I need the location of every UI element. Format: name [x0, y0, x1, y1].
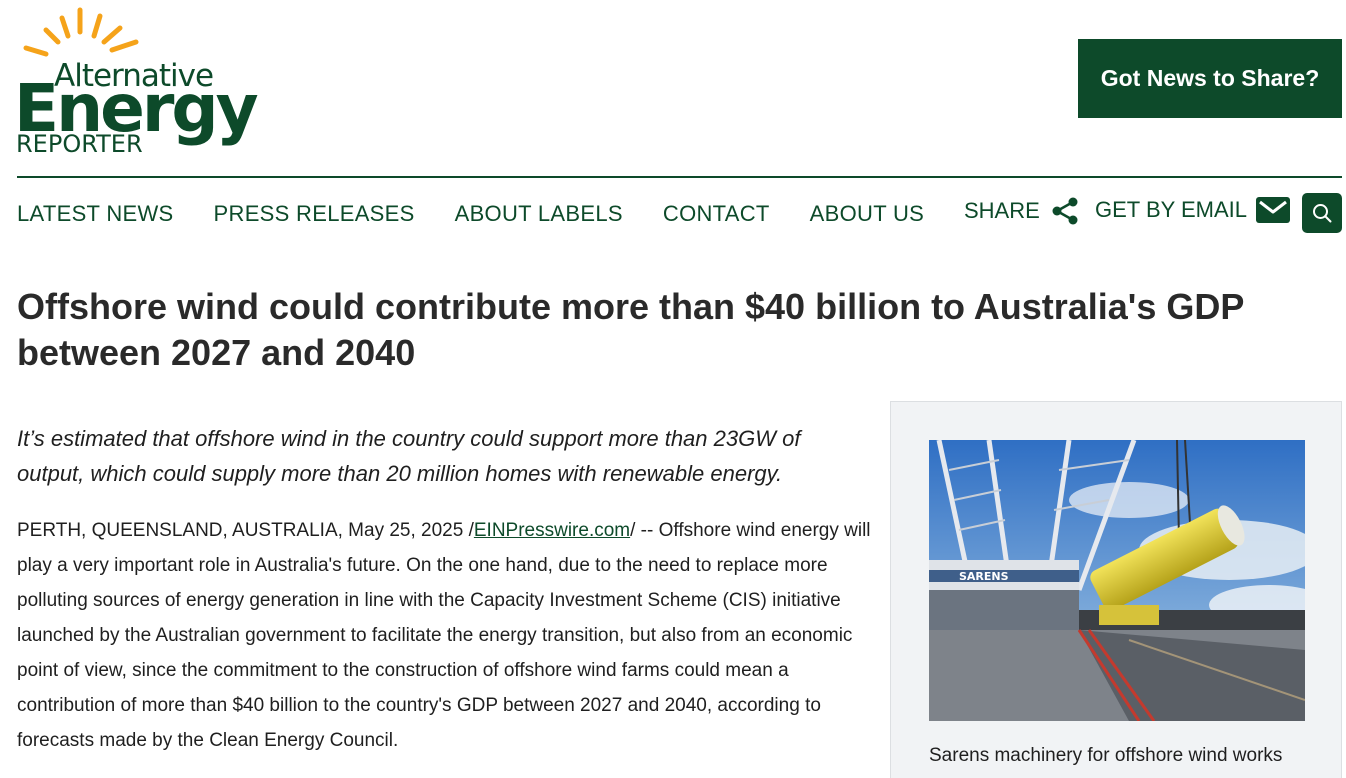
main-nav: LATEST NEWS PRESS RELEASES ABOUT LABELS … — [17, 194, 964, 234]
header-divider — [17, 176, 1342, 178]
article-body: PERTH, QUEENSLAND, AUSTRALIA, May 25, 20… — [17, 513, 877, 758]
crane-photo: SARENS — [929, 440, 1305, 721]
share-icon — [1052, 197, 1078, 225]
search-button[interactable] — [1302, 193, 1342, 233]
mail-icon — [1256, 197, 1291, 223]
article-body-text: / -- Offshore wind energy will play a ve… — [17, 520, 871, 751]
source-link[interactable]: EINPresswire.com — [474, 520, 630, 541]
share-button[interactable]: SHARE — [964, 196, 1080, 226]
nav-about-labels[interactable]: ABOUT LABELS — [455, 201, 623, 227]
article-title: Offshore wind could contribute more than… — [17, 286, 1244, 373]
nav-contact[interactable]: CONTACT — [663, 201, 770, 227]
figure-caption: Sarens machinery for offshore wind works — [929, 745, 1283, 766]
get-by-email-button[interactable]: GET BY EMAIL — [1095, 196, 1291, 224]
email-label: GET BY EMAIL — [1095, 197, 1248, 222]
figure-card: SARENS Sarens machinery for offshore win… — [890, 401, 1342, 778]
nav-latest-news[interactable]: LATEST NEWS — [17, 201, 174, 227]
got-news-button[interactable]: Got News to Share? — [1078, 39, 1342, 118]
article-image[interactable]: SARENS — [929, 440, 1305, 721]
site-logo[interactable]: Alternative Energy REPORTER — [14, 6, 259, 158]
crane-text: SARENS — [959, 570, 1009, 583]
nav-press-releases[interactable]: PRESS RELEASES — [214, 201, 415, 227]
logo-line-reporter: REPORTER — [16, 130, 143, 158]
article-dateline: PERTH, QUEENSLAND, AUSTRALIA, May 25, 20… — [17, 520, 474, 541]
article-lede: It’s estimated that offshore wind in the… — [17, 426, 801, 486]
nav-about-us[interactable]: ABOUT US — [810, 201, 924, 227]
search-icon — [1313, 204, 1332, 223]
share-label: SHARE — [964, 198, 1040, 223]
